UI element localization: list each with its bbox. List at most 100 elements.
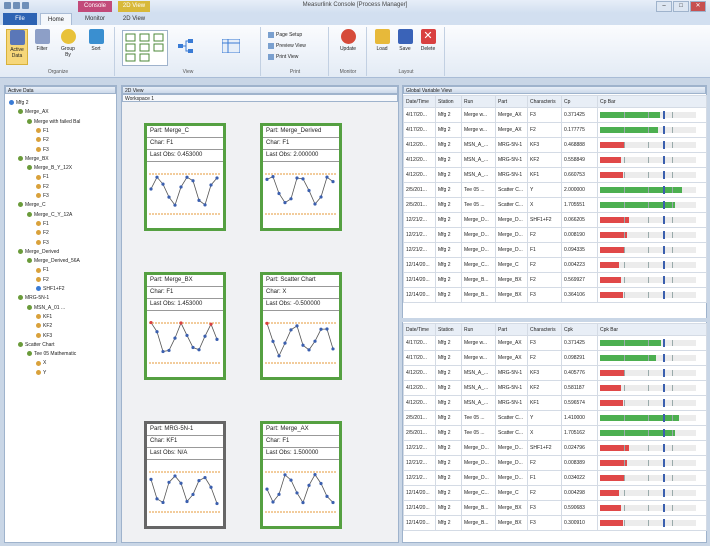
- load-button[interactable]: Load: [372, 29, 392, 52]
- tree-node[interactable]: Merge with failed Bal: [27, 119, 80, 126]
- tree-node[interactable]: Merge_BX: [18, 156, 49, 163]
- column-header[interactable]: Characteris: [527, 323, 562, 336]
- table-row[interactable]: 2/5/201... Mfg 2 Tee 05 ... Scatter C... Y 1.…: [403, 410, 707, 426]
- tree-node[interactable]: F2: [36, 230, 49, 237]
- table-row[interactable]: 12/14/20... Mfg 2 Merge_C... Merge_C F2 0.004…: [403, 257, 707, 273]
- tree-node[interactable]: Merge_C: [18, 202, 46, 209]
- cpk-grid[interactable]: Date/Time Station Run Part Characteris Cpk Cpk…: [403, 323, 707, 531]
- column-header[interactable]: Station: [435, 95, 462, 108]
- table-row[interactable]: 12/21/2... Mfg 2 Merge_D... Merge_D... F2 0.0…: [403, 455, 707, 471]
- grid-splitter[interactable]: [402, 318, 707, 322]
- table-row[interactable]: 4/17/20... Mfg 2 Merge w... Merge_AX F3 0.371…: [403, 335, 707, 351]
- column-header[interactable]: Part: [495, 323, 528, 336]
- table-row[interactable]: 12/21/2... Mfg 2 Merge_D... Merge_D... F2 0.0…: [403, 227, 707, 243]
- group-by-button[interactable]: Group By: [58, 29, 78, 58]
- tree-node[interactable]: Merge_Derived_56A: [27, 258, 80, 265]
- close-button[interactable]: ✕: [690, 1, 706, 12]
- table-row[interactable]: 12/21/2... Mfg 2 Merge_D... Merge_D... SHF1+…: [403, 212, 707, 228]
- tab-monitor[interactable]: Monitor: [78, 13, 112, 25]
- tree-node[interactable]: MRG-5N-1: [18, 295, 49, 302]
- page-setup-button[interactable]: Page Setup: [268, 31, 302, 40]
- tree-node[interactable]: Merge_C_Y_12A: [27, 212, 72, 219]
- tab-file[interactable]: File: [3, 13, 37, 25]
- preview-view-button[interactable]: Preview View: [268, 42, 306, 51]
- tree-node[interactable]: F3: [36, 147, 49, 154]
- delete-button[interactable]: ✕ Delete: [418, 29, 438, 52]
- tree-node[interactable]: F1: [36, 267, 49, 274]
- tree-node[interactable]: KF1: [36, 314, 52, 321]
- tree-node[interactable]: F3: [36, 240, 49, 247]
- column-header[interactable]: Cpk Bar: [597, 323, 707, 336]
- table-row[interactable]: 12/21/2... Mfg 2 Merge_D... Merge_D... F1 0.0…: [403, 242, 707, 258]
- workspace-selector[interactable]: Workspace 1: [122, 94, 398, 102]
- column-header[interactable]: Run: [461, 95, 496, 108]
- table-row[interactable]: 12/14/20... Mfg 2 Merge_B... Merge_BX F3 0.30…: [403, 515, 707, 531]
- control-chart-card[interactable]: Part: Merge_BX Char: F1 Last Obs: 1.453000: [144, 272, 226, 380]
- tree-node[interactable]: F1: [36, 174, 49, 181]
- tree-node[interactable]: F2: [36, 184, 49, 191]
- table-row[interactable]: 12/21/2... Mfg 2 Merge_D... Merge_D... F1 0.0…: [403, 470, 707, 486]
- column-header[interactable]: Cp Bar: [597, 95, 707, 108]
- table-row[interactable]: 12/14/20... Mfg 2 Merge_B... Merge_BX F3 0.59…: [403, 500, 707, 516]
- table-row[interactable]: 12/14/20... Mfg 2 Merge_C... Merge_C F2 0.004…: [403, 485, 707, 501]
- table-row[interactable]: 4/17/20... Mfg 2 Merge w... Merge_AX F2 0.098…: [403, 350, 707, 366]
- column-header[interactable]: Station: [435, 323, 462, 336]
- tree-node[interactable]: Y: [36, 370, 46, 377]
- tree-node[interactable]: SHF1+F2: [36, 286, 65, 293]
- tree-node[interactable]: Merge_Derived: [18, 249, 59, 256]
- control-chart-card[interactable]: Part: MRG-5N-1 Char: KF1 Last Obs: N/A: [144, 421, 226, 529]
- table-row[interactable]: 12/21/2... Mfg 2 Merge_D... Merge_D... SHF1+…: [403, 440, 707, 456]
- control-chart-card[interactable]: Part: Merge_C Char: F1 Last Obs: 0.453000: [144, 123, 226, 231]
- tree-node[interactable]: Merge_B_Y_12X: [27, 165, 72, 172]
- column-header[interactable]: Run: [461, 323, 496, 336]
- tree-node[interactable]: F3: [36, 193, 49, 200]
- tree-node[interactable]: F1: [36, 221, 49, 228]
- table-row[interactable]: 4/17/20... Mfg 2 Merge w... Merge_AX F3 0.371…: [403, 107, 707, 123]
- save-button[interactable]: Save: [395, 29, 415, 52]
- table-row[interactable]: 4/12/20... Mfg 2 MSN_A_... MRG-5N-1 KF1 0.660…: [403, 167, 707, 183]
- tree-node[interactable]: KF2: [36, 323, 52, 330]
- column-header[interactable]: Date/Time: [403, 95, 436, 108]
- tree-node[interactable]: KF3: [36, 333, 52, 340]
- column-header[interactable]: Date/Time: [403, 323, 436, 336]
- tree-node[interactable]: MSN_A_01 ...: [27, 305, 65, 312]
- column-header[interactable]: Cpk: [561, 323, 598, 336]
- control-chart-card[interactable]: Part: Merge_AX Char: F1 Last Obs: 1.500000: [260, 421, 342, 529]
- table-row[interactable]: 2/5/201... Mfg 2 Tee 05 ... Scatter C... X 1.…: [403, 425, 707, 441]
- tree-node[interactable]: F1: [36, 128, 49, 135]
- maximize-button[interactable]: □: [673, 1, 689, 12]
- minimize-button[interactable]: –: [656, 1, 672, 12]
- table-row[interactable]: 2/5/201... Mfg 2 Tee 05 ... Scatter C... X 1.…: [403, 197, 707, 213]
- tree-node[interactable]: Tee 05 Mathematic: [27, 351, 76, 358]
- layout-grid-gallery[interactable]: [122, 30, 168, 66]
- table-row[interactable]: 4/12/20... Mfg 2 MSN_A_... MRG-5N-1 KF2 0.581…: [403, 380, 707, 396]
- tree-node[interactable]: Mfg 2: [9, 100, 29, 107]
- column-header[interactable]: Cp: [561, 95, 598, 108]
- table-row[interactable]: 4/17/20... Mfg 2 Merge w... Merge_AX F2 0.177…: [403, 122, 707, 138]
- column-header[interactable]: Characteris: [527, 95, 562, 108]
- filter-button[interactable]: Filter: [32, 29, 52, 52]
- tree-node[interactable]: Scatter Chart: [18, 342, 54, 349]
- column-header[interactable]: Part: [495, 95, 528, 108]
- active-data-button[interactable]: Active Data: [6, 29, 28, 65]
- print-view-button[interactable]: Print View: [268, 53, 298, 62]
- table-row[interactable]: 2/5/201... Mfg 2 Tee 05 ... Scatter C... Y 2.…: [403, 182, 707, 198]
- tree-node[interactable]: F2: [36, 277, 49, 284]
- tree-layout-icon[interactable]: [178, 39, 194, 53]
- table-row[interactable]: 12/14/20... Mfg 2 Merge_B... Merge_BX F3 0.36…: [403, 287, 707, 303]
- tree-node[interactable]: Merge_AX: [18, 109, 49, 116]
- control-chart-card[interactable]: Part: Merge_Derived Char: F1 Last Obs: 2.0…: [260, 123, 342, 231]
- table-row[interactable]: 4/12/20... Mfg 2 MSN_A_... MRG-5N-1 KF1 0.596…: [403, 395, 707, 411]
- tab-2d-view[interactable]: 2D View: [118, 13, 150, 25]
- tree-node[interactable]: F2: [36, 137, 49, 144]
- table-row[interactable]: 4/12/20... Mfg 2 MSN_A_... MRG-5N-1 KF3 0.405…: [403, 365, 707, 381]
- table-row[interactable]: 4/12/20... Mfg 2 MSN_A_... MRG-5N-1 KF3 0.468…: [403, 137, 707, 153]
- panel-layout-icon[interactable]: [221, 38, 241, 54]
- update-button[interactable]: Update: [338, 29, 358, 52]
- table-row[interactable]: 4/12/20... Mfg 2 MSN_A_... MRG-5N-1 KF2 0.558…: [403, 152, 707, 168]
- tree-node[interactable]: X: [36, 360, 46, 367]
- sort-button[interactable]: Sort: [86, 29, 106, 52]
- cp-grid[interactable]: Date/Time Station Run Part Characteris Cp Cp B…: [403, 95, 707, 303]
- table-row[interactable]: 12/14/20... Mfg 2 Merge_B... Merge_BX F2 0.56…: [403, 272, 707, 288]
- control-chart-card[interactable]: Part: Scatter Chart Char: X Last Obs: -0.5…: [260, 272, 342, 380]
